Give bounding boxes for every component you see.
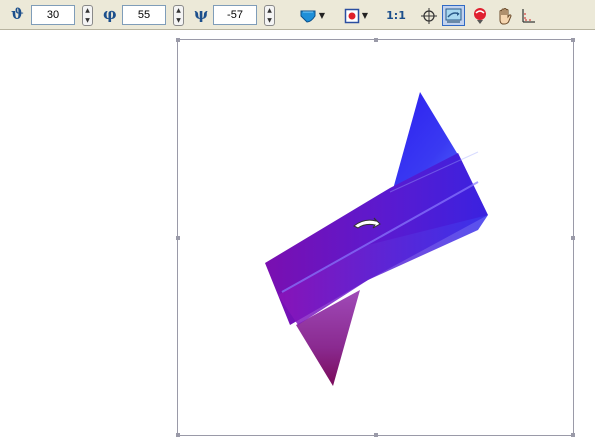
theta-up-arrow-icon[interactable]: ▲ [83,6,92,15]
psi-spinner[interactable]: ▲ ▼ [264,5,275,26]
phi-spinner[interactable]: ▲ ▼ [173,5,184,26]
phi-icon: φ [103,5,117,23]
3d-viewport[interactable] [176,38,575,437]
toolbar: ϑ ▲ ▼ φ ▲ ▼ ψ ▲ ▼ ▼ ▼ 1:1 [0,0,595,30]
phi-input[interactable] [122,5,166,25]
pan-button[interactable] [494,5,516,26]
3d-surface[interactable] [178,40,573,435]
phi-up-arrow-icon[interactable]: ▲ [174,6,183,15]
scale-1-1-button[interactable]: 1:1 [384,5,408,26]
axes-icon [522,8,535,23]
psi-icon: ψ [194,5,209,23]
color-picker-button[interactable] [469,5,491,26]
rotate-view-icon [445,8,461,23]
pan-hand-icon [499,7,512,24]
color-picker-icon [474,7,486,24]
fill-color-dropdown[interactable]: ▼ [296,5,328,26]
render-mode-icon [344,8,360,23]
psi-up-arrow-icon[interactable]: ▲ [265,6,274,15]
reset-view-icon [421,7,437,24]
chevron-down-icon: ▼ [361,11,369,20]
axes-button[interactable] [518,5,538,26]
reset-view-button[interactable] [418,5,440,26]
psi-down-arrow-icon[interactable]: ▼ [265,16,274,25]
chevron-down-icon: ▼ [318,11,326,20]
theta-input[interactable] [31,5,75,25]
fill-color-icon [300,10,316,23]
theta-spinner[interactable]: ▲ ▼ [82,5,93,26]
rotate-view-button[interactable] [442,5,465,26]
phi-down-arrow-icon[interactable]: ▼ [174,16,183,25]
render-mode-dropdown[interactable]: ▼ [340,5,372,26]
theta-icon: ϑ [11,5,24,23]
scale-label: 1:1 [386,9,406,22]
psi-input[interactable] [213,5,257,25]
theta-down-arrow-icon[interactable]: ▼ [83,16,92,25]
